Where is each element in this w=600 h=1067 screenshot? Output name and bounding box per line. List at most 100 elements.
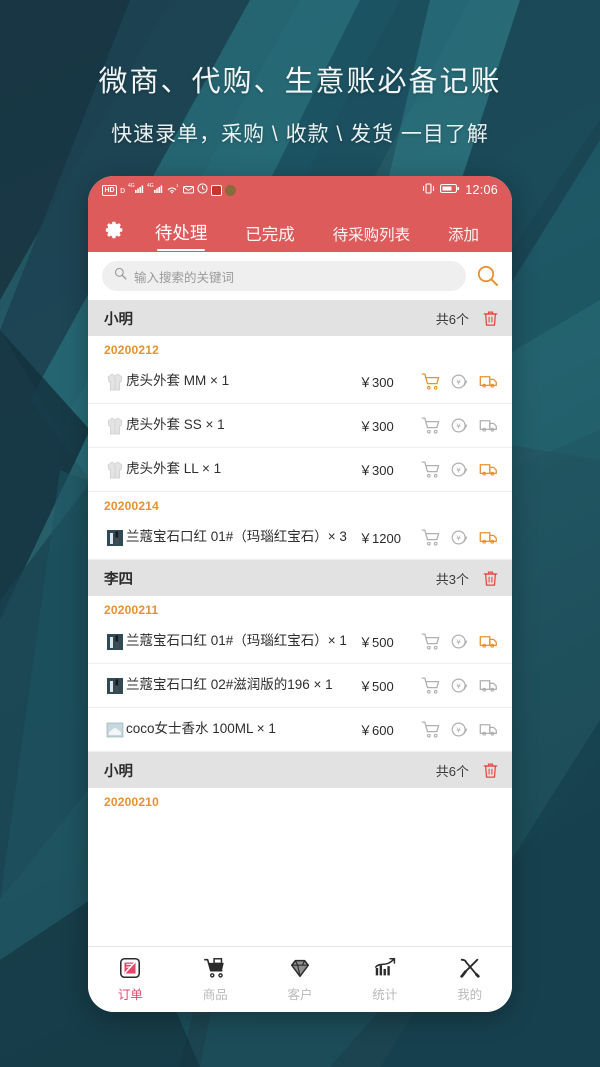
cart-icon xyxy=(203,956,227,980)
item-price: ￥300 xyxy=(359,419,394,434)
truck-icon[interactable] xyxy=(479,416,498,435)
order-date: 20200210 xyxy=(104,795,159,809)
order-date: 20200212 xyxy=(104,343,159,357)
truck-icon[interactable] xyxy=(479,632,498,651)
cart-icon[interactable] xyxy=(421,632,440,651)
truck-icon[interactable] xyxy=(479,720,498,739)
svg-text:¥: ¥ xyxy=(456,422,461,431)
chart-icon xyxy=(373,956,397,980)
list-item[interactable]: 兰蔻宝石口红 01#（玛瑙红宝石）× 3 ￥1200 ¥ xyxy=(88,516,512,560)
nav-label: 我的 xyxy=(457,988,483,1002)
order-list[interactable]: 小明 共6个 20200212 虎头外套 MM × 1 ￥300 ¥ 虎头外套 … xyxy=(88,300,512,946)
refund-icon[interactable]: ¥ xyxy=(450,676,469,695)
item-actions: ¥ xyxy=(421,416,498,435)
nav-item-orders[interactable]: 订单 xyxy=(88,956,173,1003)
refund-icon[interactable]: ¥ xyxy=(450,720,469,739)
item-name: 虎头外套 SS × 1 xyxy=(126,417,225,433)
jacket-thumb xyxy=(106,460,124,480)
search-submit-icon[interactable] xyxy=(476,264,500,288)
truck-icon[interactable] xyxy=(479,676,498,695)
lipstick-thumb xyxy=(106,528,124,548)
gear-icon[interactable] xyxy=(104,219,126,241)
tab-completed[interactable]: 已完成 xyxy=(245,221,295,252)
cart-icon[interactable] xyxy=(421,416,440,435)
search-input[interactable]: 输入搜索的关键词 xyxy=(102,261,466,291)
perfume-thumb xyxy=(106,720,124,740)
item-name: 虎头外套 LL × 1 xyxy=(126,461,222,477)
app-icon xyxy=(211,184,223,196)
svg-text:¥: ¥ xyxy=(456,534,461,543)
tab-pending[interactable]: 待处理 xyxy=(155,220,207,252)
list-item[interactable]: 兰蔻宝石口红 01#（玛瑙红宝石）× 1 ￥500 ¥ xyxy=(88,620,512,664)
group-header[interactable]: 小明 共6个 xyxy=(88,752,512,788)
cart-icon[interactable] xyxy=(421,720,440,739)
group-count: 共6个 xyxy=(435,311,469,327)
item-price: ￥300 xyxy=(359,463,394,478)
trash-icon[interactable] xyxy=(483,570,498,586)
trash-icon[interactable] xyxy=(483,310,498,326)
refund-icon[interactable]: ¥ xyxy=(450,372,469,391)
nav-label: 订单 xyxy=(117,988,143,1002)
search-bar: 输入搜索的关键词 xyxy=(88,252,512,300)
nav-item-statistics[interactable]: 统计 xyxy=(342,956,427,1003)
list-item[interactable]: 虎头外套 LL × 1 ￥300 ¥ xyxy=(88,448,512,492)
item-actions: ¥ xyxy=(421,372,498,391)
truck-icon[interactable] xyxy=(479,372,498,391)
status-time: 12:06 xyxy=(465,183,498,197)
item-price: ￥500 xyxy=(359,635,394,650)
nav-item-profile[interactable]: 我的 xyxy=(427,956,512,1003)
item-name: 兰蔻宝石口红 01#（玛瑙红宝石）× 3 xyxy=(126,529,347,545)
promo-subtitle: 快速录单，采购 \ 收款 \ 发货 一目了解 xyxy=(111,123,489,146)
promo-title: 微商、代购、生意账必备记账 xyxy=(98,66,502,98)
diamond-icon xyxy=(288,956,312,980)
refund-icon[interactable]: ¥ xyxy=(450,528,469,547)
order-icon xyxy=(118,956,142,980)
search-placeholder: 输入搜索的关键词 xyxy=(134,270,235,285)
truck-icon[interactable] xyxy=(479,528,498,547)
item-actions: ¥ xyxy=(421,632,498,651)
wifi-icon: 1 xyxy=(166,181,180,199)
list-item[interactable]: 虎头外套 MM × 1 ￥300 ¥ xyxy=(88,360,512,404)
item-actions: ¥ xyxy=(421,676,498,695)
promo-banner: 微商、代购、生意账必备记账 快速录单，采购 \ 收款 \ 发货 一目了解 xyxy=(0,0,600,148)
item-actions: ¥ xyxy=(421,460,498,479)
order-date: 20200214 xyxy=(104,499,159,513)
signal-icon: 4G xyxy=(128,181,144,199)
group-count: 共3个 xyxy=(435,571,469,587)
truck-icon[interactable] xyxy=(479,460,498,479)
signal-icon: 4G xyxy=(147,181,163,199)
group-header[interactable]: 小明 共6个 xyxy=(88,300,512,336)
tab-purchase-list[interactable]: 待采购列表 xyxy=(333,223,411,252)
refund-icon[interactable]: ¥ xyxy=(450,460,469,479)
svg-text:1: 1 xyxy=(176,183,179,188)
item-name: coco女士香水 100ML × 1 xyxy=(126,721,276,737)
group-header[interactable]: 李四 共3个 xyxy=(88,560,512,596)
cart-icon[interactable] xyxy=(421,528,440,547)
header-tabs: 待处理 已完成 待采购列表 添加 xyxy=(126,220,498,252)
vibrate-icon xyxy=(422,181,435,199)
nav-item-products[interactable]: 商品 xyxy=(173,956,258,1003)
nav-item-customers[interactable]: 客户 xyxy=(258,956,343,1003)
svg-text:4G: 4G xyxy=(128,183,135,189)
status-bar: HD ᴅ 4G 4G 1 12:06 xyxy=(88,176,512,204)
list-item[interactable]: 兰蔻宝石口红 02#滋润版的196 × 1 ￥500 ¥ xyxy=(88,664,512,708)
svg-text:¥: ¥ xyxy=(456,378,461,387)
item-price: ￥500 xyxy=(359,679,394,694)
hd-icon: HD xyxy=(102,184,118,196)
trash-icon[interactable] xyxy=(483,762,498,778)
list-item[interactable]: coco女士香水 100ML × 1 ￥600 ¥ xyxy=(88,708,512,752)
tab-add[interactable]: 添加 xyxy=(448,223,479,252)
cart-icon[interactable] xyxy=(421,460,440,479)
cart-icon[interactable] xyxy=(421,372,440,391)
refund-icon[interactable]: ¥ xyxy=(450,416,469,435)
search-icon xyxy=(114,267,127,285)
nav-label: 商品 xyxy=(202,988,228,1002)
list-item[interactable]: 虎头外套 SS × 1 ￥300 ¥ xyxy=(88,404,512,448)
item-name: 虎头外套 MM × 1 xyxy=(126,373,230,389)
cart-icon[interactable] xyxy=(421,676,440,695)
alarm-icon xyxy=(197,181,208,199)
refund-icon[interactable]: ¥ xyxy=(450,632,469,651)
lipstick-thumb xyxy=(106,676,124,696)
order-date: 20200211 xyxy=(104,603,159,617)
group-customer-name: 小明 xyxy=(104,311,133,328)
